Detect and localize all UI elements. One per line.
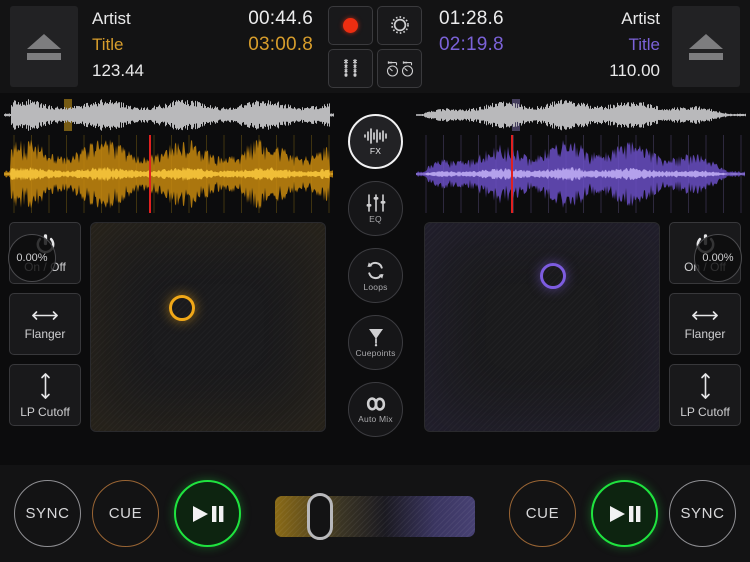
- gear-icon: [389, 14, 411, 36]
- fx-xy-pad-right[interactable]: [424, 222, 660, 432]
- dual-waveform-icon: [339, 56, 363, 80]
- nav-cuepoints[interactable]: Cuepoints: [348, 315, 403, 370]
- record-dot-icon: [343, 18, 358, 33]
- crossfader-handle[interactable]: [307, 493, 333, 540]
- remaining-time-right[interactable]: 02:19.8: [439, 34, 504, 56]
- nav-label: Loops: [363, 282, 387, 292]
- play-pause-button-left[interactable]: [174, 480, 241, 547]
- xy-pad-marker[interactable]: [169, 295, 195, 321]
- header-bar: Artist 00:44.6 Title 03:00.8 123.44: [0, 0, 750, 93]
- lp-cutoff-button-right[interactable]: LP Cutoff: [669, 364, 741, 426]
- nav-label: EQ: [369, 214, 382, 224]
- track-info-left: Artist 00:44.6 Title 03:00.8 123.44: [78, 0, 325, 93]
- settings-button[interactable]: [377, 6, 422, 45]
- nav-label: FX: [370, 146, 381, 156]
- vertical-arrow-icon: [38, 371, 53, 401]
- infinity-icon: [364, 395, 388, 413]
- eject-button-right[interactable]: [672, 6, 740, 87]
- overview-waveform-left[interactable]: [4, 97, 334, 133]
- play-pause-icon: [608, 504, 642, 524]
- xy-pad-marker[interactable]: [540, 263, 566, 289]
- crossfader[interactable]: [275, 496, 475, 537]
- fx-waveform-icon: [363, 127, 389, 145]
- bpm-label-left[interactable]: 123.44: [92, 61, 144, 81]
- track-info-right: Artist 01:28.6 Title 02:19.8 110.00: [425, 0, 672, 93]
- artist-label-left: Artist: [92, 9, 131, 29]
- pitch-knob-left[interactable]: 0.00%: [8, 234, 56, 282]
- record-button[interactable]: [328, 6, 373, 45]
- eject-icon: [689, 34, 723, 60]
- nav-fx[interactable]: FX: [348, 114, 403, 169]
- header-center-buttons: [325, 0, 425, 93]
- fx-xy-pad-left[interactable]: [90, 222, 326, 432]
- cue-button-right[interactable]: CUE: [509, 480, 576, 547]
- cue-button-left[interactable]: CUE: [92, 480, 159, 547]
- horizontal-arrow-icon: [30, 308, 60, 323]
- eq-sliders-icon: [364, 193, 388, 213]
- button-label: Flanger: [25, 327, 66, 341]
- sync-button-left[interactable]: SYNC: [14, 480, 81, 547]
- flanger-button-left[interactable]: Flanger: [9, 293, 81, 355]
- loop-arrows-icon: [365, 260, 386, 281]
- button-label: Flanger: [685, 327, 726, 341]
- sync-button-right[interactable]: SYNC: [669, 480, 736, 547]
- lp-cutoff-button-left[interactable]: LP Cutoff: [9, 364, 81, 426]
- play-pause-button-right[interactable]: [591, 480, 658, 547]
- bpm-label-right[interactable]: 110.00: [609, 61, 660, 81]
- eject-button-left[interactable]: [10, 6, 78, 87]
- dual-turntable-icon: [385, 57, 415, 79]
- button-label: LP Cutoff: [680, 405, 730, 419]
- nav-loops[interactable]: Loops: [348, 248, 403, 303]
- remaining-time-left[interactable]: 03:00.8: [248, 34, 313, 56]
- overview-waveform-right[interactable]: [416, 97, 746, 133]
- horizontal-arrow-icon: [690, 308, 720, 323]
- play-pause-icon: [191, 504, 225, 524]
- nav-eq[interactable]: EQ: [348, 181, 403, 236]
- artist-label-right: Artist: [621, 9, 660, 29]
- cuepoint-flag-icon: [366, 327, 386, 347]
- pitch-knob-right[interactable]: 0.00%: [694, 234, 742, 282]
- nav-label: Cuepoints: [355, 348, 395, 358]
- flanger-button-right[interactable]: Flanger: [669, 293, 741, 355]
- nav-automix[interactable]: Auto Mix: [348, 382, 403, 437]
- elapsed-time-right[interactable]: 01:28.6: [439, 8, 504, 30]
- elapsed-time-left[interactable]: 00:44.6: [248, 8, 313, 30]
- center-navigation: FX EQ Loops: [348, 114, 403, 437]
- detail-waveform-right[interactable]: [416, 135, 746, 213]
- vertical-arrow-icon: [698, 371, 713, 401]
- title-label-right: Title: [629, 35, 661, 55]
- title-label-left: Title: [92, 35, 124, 55]
- detail-waveform-left[interactable]: [4, 135, 334, 213]
- nav-label: Auto Mix: [358, 414, 393, 424]
- sampler-button[interactable]: [328, 49, 373, 88]
- turntables-button[interactable]: [377, 49, 422, 88]
- dj-app-window: Artist 00:44.6 Title 03:00.8 123.44: [0, 0, 750, 562]
- eject-icon: [27, 34, 61, 60]
- button-label: LP Cutoff: [20, 405, 70, 419]
